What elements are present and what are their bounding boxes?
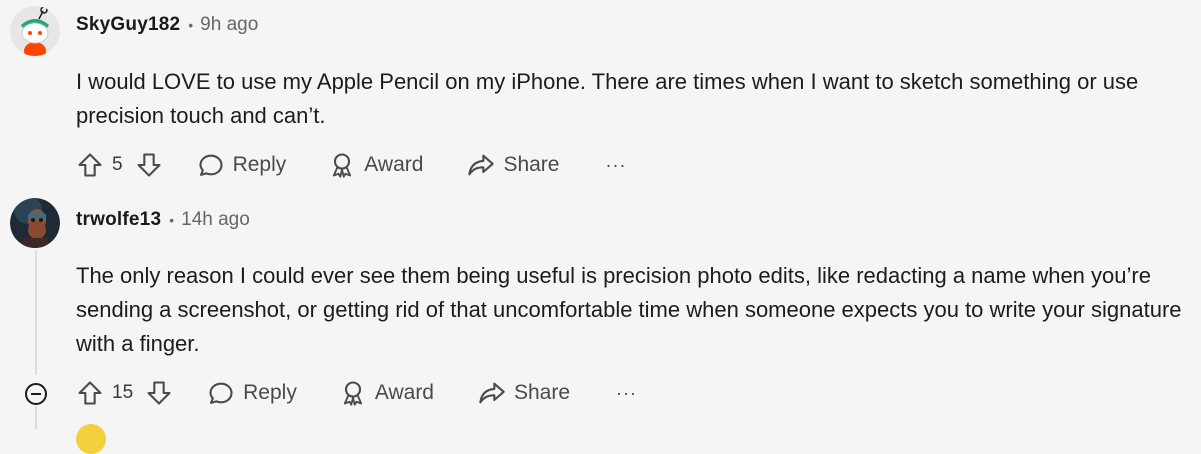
downvote-button[interactable] <box>135 151 163 179</box>
comment-body: The only reason I could ever see them be… <box>76 263 1182 356</box>
downvote-icon <box>137 153 161 177</box>
upvote-icon <box>78 153 102 177</box>
username[interactable]: SkyGuy182 <box>76 14 180 36</box>
share-button[interactable]: Share <box>467 151 559 179</box>
downvote-icon <box>147 381 171 405</box>
share-button[interactable]: Share <box>478 379 570 407</box>
award-button[interactable]: Award <box>328 151 423 179</box>
downvote-button[interactable] <box>145 379 173 407</box>
award-label: Award <box>364 153 424 176</box>
comment-actions: 5 Reply Award Share ··· <box>76 145 626 185</box>
username[interactable]: trwolfe13 <box>76 209 161 231</box>
meta-separator: • <box>188 17 194 33</box>
meta-separator: • <box>169 212 175 228</box>
reply-label: Reply <box>243 381 297 404</box>
timestamp[interactable]: 9h ago <box>200 14 258 36</box>
upvote-button[interactable] <box>76 379 104 407</box>
reply-label: Reply <box>232 153 287 176</box>
reply-button[interactable]: Reply <box>197 151 287 179</box>
upvote-icon <box>78 381 102 405</box>
more-options-icon[interactable]: ··· <box>616 383 637 404</box>
reply-button[interactable]: Reply <box>207 379 297 407</box>
share-label: Share <box>503 153 560 176</box>
comment-body: I would LOVE to use my Apple Pencil on m… <box>76 69 1139 128</box>
vote-count: 5 <box>112 154 123 175</box>
share-label: Share <box>514 381 571 404</box>
comment-actions: 15 Reply Award Share ··· <box>76 373 637 413</box>
thread-line <box>35 250 37 375</box>
upvote-button[interactable] <box>76 151 104 179</box>
share-icon <box>479 382 505 404</box>
reply-icon <box>199 154 223 176</box>
award-button[interactable]: Award <box>339 379 434 407</box>
award-icon <box>333 153 352 178</box>
snoo-avatar-icon[interactable] <box>10 6 60 56</box>
share-icon <box>468 154 495 176</box>
collapse-thread-icon[interactable] <box>25 383 47 405</box>
thread-line <box>35 406 37 429</box>
more-options-icon[interactable]: ··· <box>605 155 626 176</box>
award-icon <box>343 381 362 406</box>
reply-icon <box>209 382 233 404</box>
timestamp[interactable]: 14h ago <box>181 209 250 231</box>
award-label: Award <box>374 381 434 404</box>
vote-count: 15 <box>112 382 134 403</box>
photo-avatar-icon[interactable] <box>10 198 60 248</box>
